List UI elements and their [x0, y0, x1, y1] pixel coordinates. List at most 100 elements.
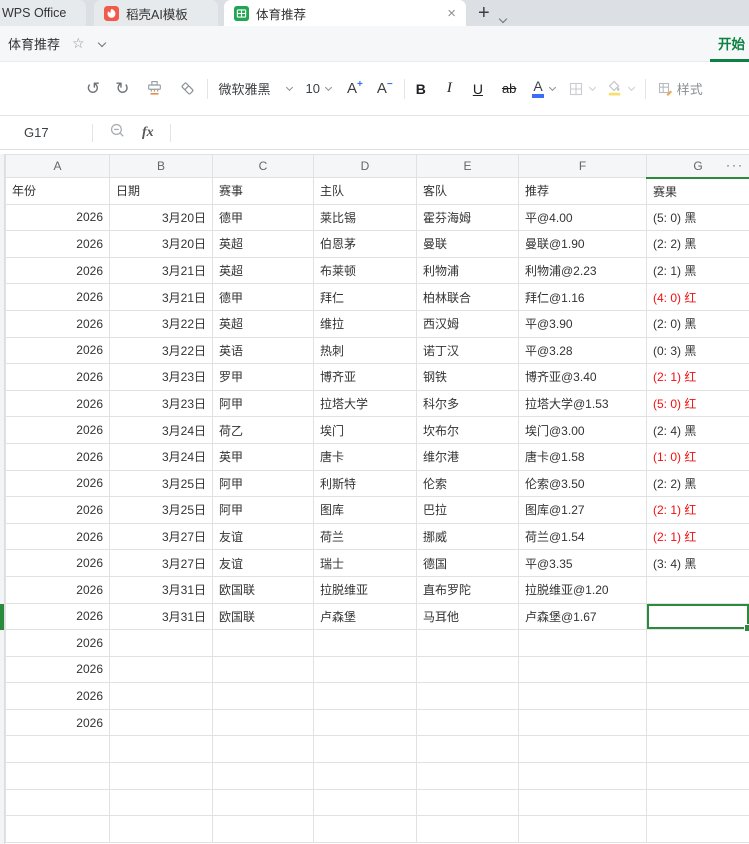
insert-function-button[interactable]: fx [142, 125, 154, 141]
column-header[interactable]: A [5, 154, 110, 178]
cell[interactable]: 拜仁@1.16 [518, 283, 647, 311]
close-icon[interactable]: × [447, 6, 456, 21]
cell[interactable]: 德甲 [212, 203, 314, 232]
cell[interactable] [5, 735, 110, 764]
cell[interactable]: 埃门@3.00 [518, 416, 647, 444]
eraser-button[interactable] [179, 80, 196, 97]
more-columns-indicator[interactable]: ··· [726, 158, 744, 172]
cell-style-button[interactable]: 样式 [657, 79, 703, 98]
cell[interactable] [5, 815, 110, 843]
cell[interactable]: 2026 [5, 655, 110, 684]
cell[interactable]: 利斯特 [313, 469, 417, 498]
cell[interactable] [313, 708, 417, 737]
cell[interactable] [416, 655, 519, 684]
cell[interactable]: 平@3.90 [518, 309, 647, 338]
cell[interactable]: 英超 [212, 309, 314, 338]
cell[interactable]: 2026 [5, 522, 110, 551]
cell[interactable]: 荷兰 [313, 522, 417, 551]
cell[interactable]: 博齐亚@3.40 [518, 363, 647, 391]
cell[interactable]: 热刺 [313, 336, 417, 365]
cell[interactable] [518, 682, 647, 710]
decrease-font-button[interactable]: A − [377, 79, 393, 97]
tab-docer-templates[interactable]: 稻壳AI模板 [94, 0, 218, 26]
cell[interactable]: 2026 [5, 575, 110, 604]
cell[interactable]: (2: 2) 黑 [646, 469, 749, 498]
cell[interactable] [313, 655, 417, 684]
format-painter-button[interactable] [146, 80, 163, 97]
cell[interactable] [518, 735, 647, 764]
cell[interactable] [212, 655, 314, 684]
strikethrough-button[interactable]: ab [502, 81, 516, 96]
cell[interactable]: (1: 0) 红 [646, 442, 749, 471]
name-box[interactable]: G17 [0, 125, 92, 140]
cell[interactable]: 2026 [5, 416, 110, 444]
cell[interactable]: 阿甲 [212, 469, 314, 498]
cell[interactable]: 2026 [5, 682, 110, 710]
cell[interactable] [646, 815, 749, 843]
cell[interactable] [212, 735, 314, 764]
cell[interactable] [416, 629, 519, 657]
cell[interactable]: 年份 [5, 177, 110, 205]
cell[interactable]: (2: 1) 红 [646, 522, 749, 551]
cell[interactable]: 推荐 [518, 177, 647, 205]
cell[interactable]: 埃门 [313, 416, 417, 444]
cell[interactable] [5, 762, 110, 790]
cell[interactable]: 主队 [313, 177, 417, 205]
cell[interactable] [416, 682, 519, 710]
cell[interactable]: 3月25日 [109, 469, 213, 498]
cell[interactable]: 3月31日 [109, 575, 213, 604]
cell[interactable] [646, 655, 749, 684]
cell[interactable]: 马耳他 [416, 602, 519, 631]
cell[interactable]: 友谊 [212, 522, 314, 551]
cell[interactable] [518, 629, 647, 657]
cell[interactable]: 2026 [5, 469, 110, 498]
cell[interactable] [109, 655, 213, 684]
cell[interactable] [313, 682, 417, 710]
cell[interactable] [416, 762, 519, 790]
cell[interactable]: 科尔多 [416, 389, 519, 418]
cell[interactable]: 罗甲 [212, 363, 314, 391]
cell[interactable]: 3月27日 [109, 549, 213, 577]
cell[interactable]: 2026 [5, 602, 110, 631]
column-header[interactable]: E [416, 154, 519, 178]
increase-font-button[interactable]: A + [347, 79, 363, 97]
cell[interactable]: 拜仁 [313, 283, 417, 311]
favorite-star-icon[interactable]: ☆ [72, 35, 85, 52]
cell[interactable]: 平@3.28 [518, 336, 647, 365]
cell[interactable]: 2026 [5, 442, 110, 471]
cell[interactable]: 3月31日 [109, 602, 213, 631]
cell[interactable]: (2: 0) 黑 [646, 309, 749, 338]
cell[interactable] [646, 682, 749, 710]
cell[interactable] [313, 735, 417, 764]
cell[interactable]: (4: 0) 红 [646, 283, 749, 311]
cell[interactable] [646, 708, 749, 737]
cell[interactable]: 3月22日 [109, 309, 213, 338]
cell[interactable]: 平@3.35 [518, 549, 647, 577]
cell[interactable]: 拉脱维亚 [313, 575, 417, 604]
cell[interactable] [109, 682, 213, 710]
underline-button[interactable]: U [473, 81, 483, 97]
cell[interactable] [313, 788, 417, 817]
cell[interactable] [646, 575, 749, 604]
cell[interactable] [646, 602, 749, 633]
cell[interactable]: 2026 [5, 336, 110, 365]
title-chevron-icon[interactable] [97, 38, 106, 47]
cell[interactable] [646, 762, 749, 790]
fill-color-button[interactable] [606, 80, 623, 97]
cell[interactable]: 诺丁汉 [416, 336, 519, 365]
cell[interactable]: 2026 [5, 309, 110, 338]
cell[interactable]: 2026 [5, 496, 110, 524]
cell[interactable]: 拉塔大学 [313, 389, 417, 418]
cell[interactable] [646, 735, 749, 764]
cell[interactable] [646, 629, 749, 657]
cell[interactable] [646, 788, 749, 817]
cell[interactable] [518, 762, 647, 790]
borders-button[interactable] [568, 81, 584, 97]
cell[interactable]: 英语 [212, 336, 314, 365]
cell[interactable]: 博齐亚 [313, 363, 417, 391]
cell[interactable]: (0: 3) 黑 [646, 336, 749, 365]
bold-button[interactable]: B [416, 81, 426, 97]
cell[interactable]: 2026 [5, 549, 110, 577]
font-color-button[interactable]: A [532, 79, 544, 98]
search-button[interactable] [109, 122, 126, 144]
